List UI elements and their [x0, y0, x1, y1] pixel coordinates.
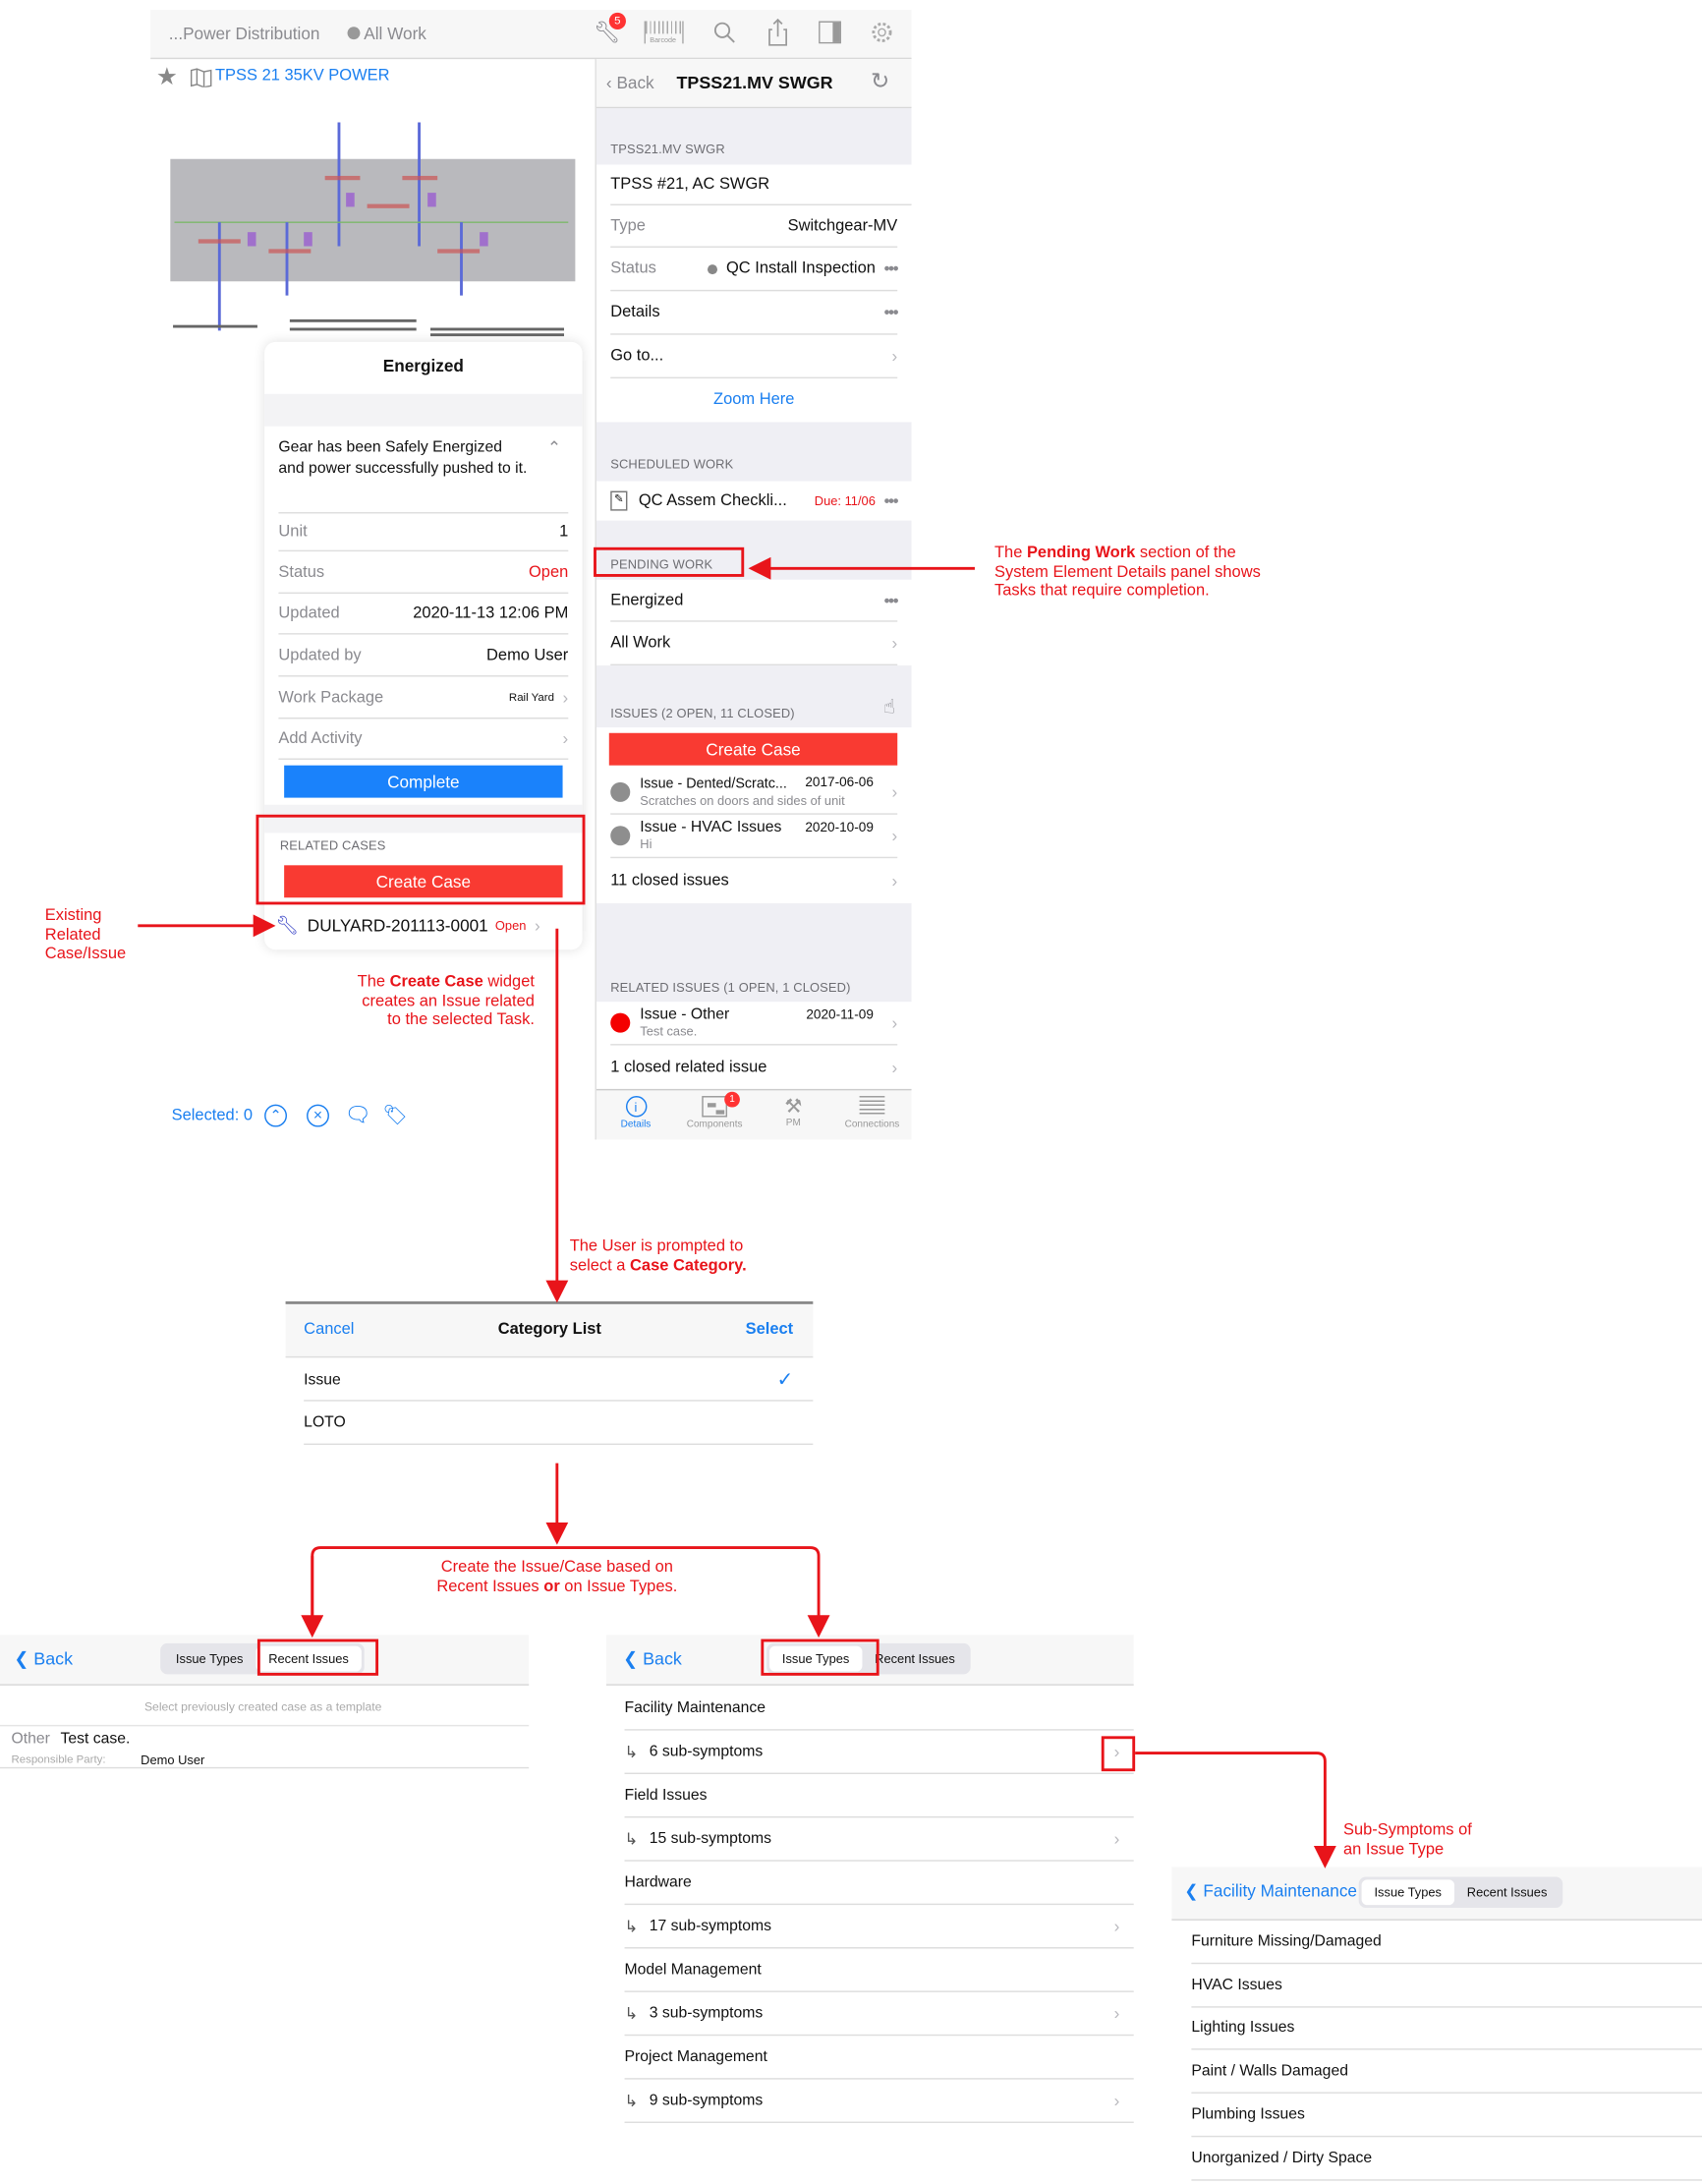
annotation-sub-symptoms: Sub-Symptoms of an Issue Type: [1342, 1821, 1472, 1859]
annotation-existing-case: Existing Related Case/Issue: [44, 907, 127, 963]
annotation-create-case: The Create Case widget creates an Issue r…: [357, 973, 535, 1029]
annotation-based-on: Create the Issue/Case based on Recent Iss…: [436, 1558, 678, 1595]
annotation-category: The User is prompted to select a Case Cat…: [569, 1237, 747, 1275]
annotation-pending-work: The Pending Work section of the System El…: [993, 544, 1261, 600]
stage: ...Power Distribution All Work 🔧︎ 5 Barc…: [0, 0, 1702, 2184]
